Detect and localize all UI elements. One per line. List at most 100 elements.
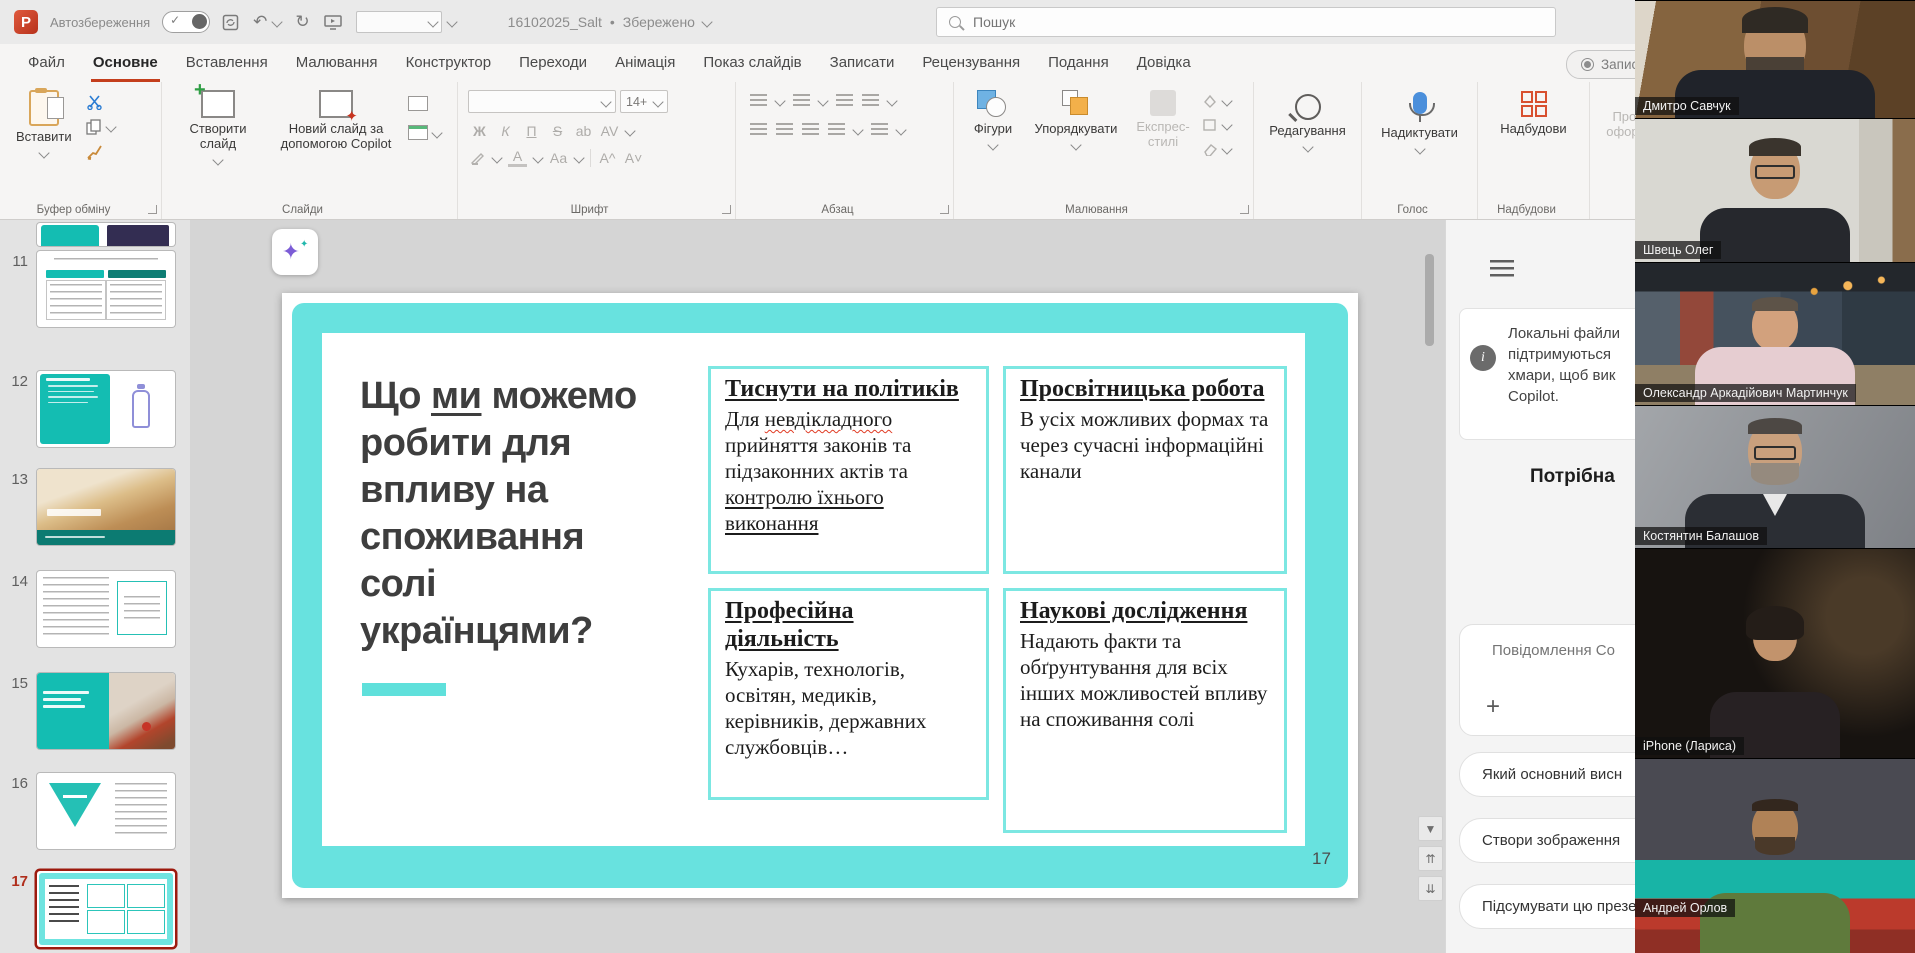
character-spacing-button[interactable]: AV bbox=[600, 123, 619, 139]
editing-button[interactable]: Редагування bbox=[1254, 82, 1361, 151]
slide-box-pressure-politicians[interactable]: Тиснути на політиків Для невдікладного п… bbox=[708, 366, 989, 574]
font-color-button[interactable]: А bbox=[508, 148, 527, 167]
cut-icon[interactable] bbox=[86, 94, 104, 110]
undo-dropdown-chevron-icon[interactable] bbox=[272, 16, 283, 27]
tab-design[interactable]: Конструктор bbox=[392, 44, 506, 82]
menu-hamburger-icon[interactable] bbox=[1490, 260, 1514, 277]
spacing-chevron-icon[interactable] bbox=[624, 125, 635, 136]
text-direction-icon[interactable] bbox=[871, 123, 888, 136]
paragraph-dialog-launcher-icon[interactable] bbox=[940, 205, 949, 214]
line-spacing-chevron-icon[interactable] bbox=[886, 95, 897, 106]
tab-animations[interactable]: Анімація bbox=[601, 44, 689, 82]
undo-button[interactable]: ↶ bbox=[253, 12, 267, 32]
change-case-button[interactable]: Аа bbox=[549, 150, 568, 166]
numbering-icon[interactable] bbox=[793, 94, 810, 107]
strikethrough-button[interactable]: S bbox=[548, 123, 567, 139]
highlight-pen-icon[interactable] bbox=[470, 151, 486, 165]
columns-chevron-icon[interactable] bbox=[852, 124, 863, 135]
shapes-button[interactable]: Фігури bbox=[962, 82, 1024, 156]
tab-view[interactable]: Подання bbox=[1034, 44, 1123, 82]
indent-decrease-icon[interactable] bbox=[836, 94, 853, 107]
new-slide-button[interactable]: Створити слайд bbox=[172, 82, 264, 164]
quick-styles-button[interactable]: Експрес-стилі bbox=[1128, 82, 1198, 156]
designer-sparkle-button[interactable]: ✦ bbox=[272, 229, 318, 275]
thumbnail-slide-15[interactable] bbox=[37, 673, 175, 749]
grow-font-button[interactable]: А^ bbox=[598, 150, 617, 166]
numbering-chevron-icon[interactable] bbox=[817, 95, 828, 106]
reset-slide-icon[interactable] bbox=[408, 96, 428, 111]
participant-tile[interactable]: iPhone (Лариса) bbox=[1635, 548, 1915, 758]
quick-access-combo[interactable] bbox=[356, 11, 442, 33]
align-left-icon[interactable] bbox=[750, 123, 767, 136]
eraser-icon[interactable] bbox=[1202, 142, 1218, 156]
redo-button[interactable]: ↻ bbox=[295, 12, 309, 32]
slide-17[interactable]: Що ми можемо робити для впливу на спожив… bbox=[282, 293, 1358, 898]
line-spacing-icon[interactable] bbox=[862, 94, 879, 107]
shape-fill-chevron-icon[interactable] bbox=[1221, 95, 1232, 106]
drawing-dialog-launcher-icon[interactable] bbox=[1240, 205, 1249, 214]
text-shadow-button[interactable]: ab bbox=[574, 123, 593, 139]
thumbnail-slide-13[interactable] bbox=[37, 469, 175, 545]
copy-icon[interactable] bbox=[86, 119, 102, 135]
copy-chevron-icon[interactable] bbox=[105, 121, 116, 132]
tab-transitions[interactable]: Переходи bbox=[505, 44, 601, 82]
bullets-chevron-icon[interactable] bbox=[774, 95, 785, 106]
thumbnail-slide-11[interactable] bbox=[37, 251, 175, 327]
columns-icon[interactable] bbox=[828, 123, 845, 136]
scrollbar-thumb[interactable] bbox=[1425, 254, 1434, 346]
participant-tile[interactable]: Олександр Аркадійович Мартинчук bbox=[1635, 262, 1915, 405]
tab-help[interactable]: Довідка bbox=[1123, 44, 1205, 82]
tab-review[interactable]: Рецензування bbox=[908, 44, 1034, 82]
participant-tile[interactable]: Дмитро Савчук bbox=[1635, 0, 1915, 118]
search-box[interactable] bbox=[936, 7, 1556, 37]
thumbnail-slide-14[interactable] bbox=[37, 571, 175, 647]
shape-outline-icon[interactable] bbox=[1202, 118, 1218, 132]
slide-title[interactable]: Що ми можемо робити для впливу на спожив… bbox=[360, 373, 705, 655]
tab-slideshow[interactable]: Показ слайдів bbox=[689, 44, 815, 82]
autosave-toggle[interactable]: ✓ bbox=[162, 11, 210, 33]
font-dialog-launcher-icon[interactable] bbox=[722, 205, 731, 214]
slide-box-professional-activity[interactable]: Професійна діяльність Кухарів, технологі… bbox=[708, 588, 989, 800]
font-size-combo[interactable]: 14+ bbox=[620, 90, 668, 113]
thumbnail-slide-12[interactable] bbox=[37, 371, 175, 447]
format-painter-icon[interactable] bbox=[86, 144, 104, 160]
tab-draw[interactable]: Малювання bbox=[282, 44, 392, 82]
thumbnail-slide-17-selected[interactable] bbox=[37, 871, 175, 947]
paste-button[interactable]: Вставити bbox=[16, 82, 72, 160]
add-attachment-button[interactable]: + bbox=[1486, 697, 1500, 717]
thumbnail-slide-16[interactable] bbox=[37, 773, 175, 849]
qat-overflow-chevron-icon[interactable] bbox=[446, 16, 457, 27]
underline-button[interactable]: П bbox=[522, 123, 541, 139]
align-right-icon[interactable] bbox=[802, 123, 819, 136]
search-input[interactable] bbox=[971, 13, 1375, 31]
document-title[interactable]: 16102025_Salt • Збережено bbox=[508, 14, 711, 30]
thumbnail-slide-10-partial[interactable] bbox=[37, 223, 175, 246]
slide-box-scientific-research[interactable]: Наукові дослідження Надають факти та обґ… bbox=[1003, 588, 1287, 833]
align-center-icon[interactable] bbox=[776, 123, 793, 136]
bullets-icon[interactable] bbox=[750, 94, 767, 107]
participant-tile[interactable]: Андрей Орлов bbox=[1635, 758, 1915, 953]
shrink-font-button[interactable]: А˅ bbox=[624, 150, 643, 166]
previous-slide-button[interactable]: ⇈ bbox=[1418, 846, 1443, 871]
highlight-chevron-icon[interactable] bbox=[491, 152, 502, 163]
layout-chevron-icon[interactable] bbox=[431, 127, 442, 138]
scroll-down-button[interactable]: ▼ bbox=[1418, 816, 1443, 841]
text-direction-chevron-icon[interactable] bbox=[895, 124, 906, 135]
dictate-button[interactable]: Надиктувати bbox=[1362, 82, 1477, 153]
change-case-chevron-icon[interactable] bbox=[573, 152, 584, 163]
font-color-chevron-icon[interactable] bbox=[532, 152, 543, 163]
eraser-chevron-icon[interactable] bbox=[1221, 143, 1232, 154]
copilot-new-slide-button[interactable]: Новий слайд за допомогою Copilot bbox=[272, 82, 400, 164]
participant-tile[interactable]: Швець Олег bbox=[1635, 118, 1915, 262]
shape-outline-chevron-icon[interactable] bbox=[1221, 119, 1232, 130]
clipboard-dialog-launcher-icon[interactable] bbox=[148, 205, 157, 214]
italic-button[interactable]: К bbox=[496, 123, 515, 139]
start-slideshow-icon[interactable] bbox=[324, 14, 342, 30]
tab-record[interactable]: Записати bbox=[816, 44, 909, 82]
tab-file[interactable]: Файл bbox=[14, 44, 79, 82]
next-slide-button[interactable]: ⇊ bbox=[1418, 876, 1443, 901]
tab-insert[interactable]: Вставлення bbox=[172, 44, 282, 82]
arrange-button[interactable]: Упорядкувати bbox=[1028, 82, 1124, 156]
slide-box-education-work[interactable]: Просвітницька робота В усіх можливих фор… bbox=[1003, 366, 1287, 574]
tab-home[interactable]: Основне bbox=[79, 44, 172, 82]
